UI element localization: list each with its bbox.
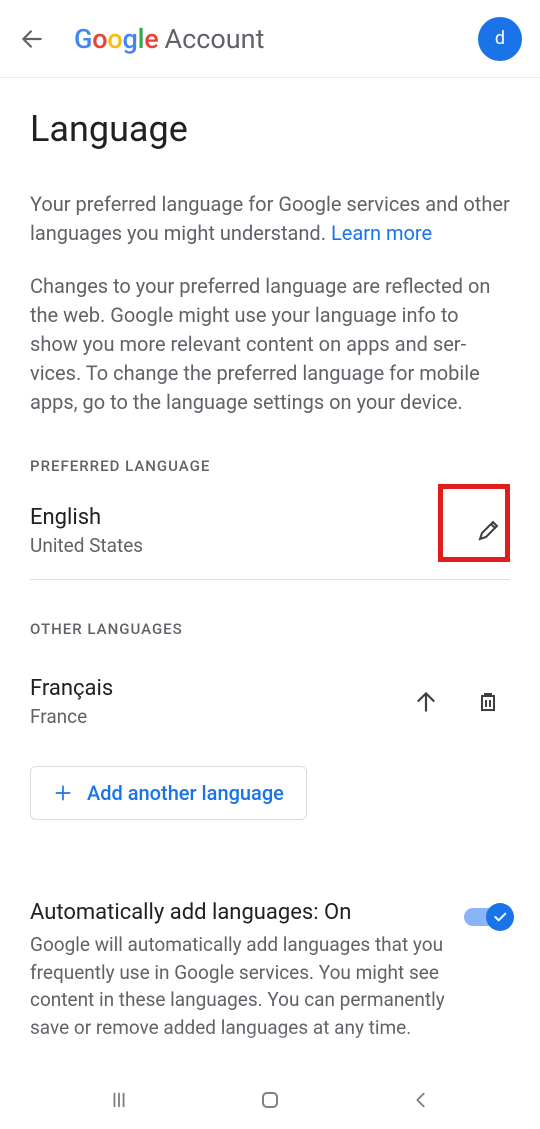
recents-button[interactable] bbox=[99, 1080, 139, 1120]
arrow-up-icon bbox=[413, 689, 439, 715]
preferred-language-section-label: PREFERRED LANGUAGE bbox=[30, 457, 510, 475]
back-button[interactable] bbox=[18, 25, 46, 53]
pencil-icon bbox=[476, 519, 500, 543]
auto-add-text: Automatically add languages: On Google w… bbox=[30, 900, 446, 1041]
auto-add-toggle[interactable] bbox=[464, 908, 510, 926]
android-nav-bar bbox=[0, 1070, 540, 1129]
home-icon bbox=[258, 1088, 282, 1112]
auto-add-section: Automatically add languages: On Google w… bbox=[30, 900, 510, 1041]
preferred-language-text: English United States bbox=[30, 505, 466, 557]
home-button[interactable] bbox=[250, 1080, 290, 1120]
intro-paragraph-1: Your preferred language for Google servi… bbox=[30, 190, 510, 248]
other-language-text: Français France bbox=[30, 676, 404, 728]
divider bbox=[30, 579, 510, 580]
other-languages-section-label: OTHER LANGUAGES bbox=[30, 620, 510, 638]
add-language-button[interactable]: Add another language bbox=[30, 766, 307, 820]
other-language-region: France bbox=[30, 705, 404, 728]
fade-overlay bbox=[0, 1030, 540, 1070]
other-language-actions bbox=[404, 680, 510, 724]
intro-paragraph-2: Changes to your preferred language are r… bbox=[30, 272, 510, 417]
delete-language-button[interactable] bbox=[466, 680, 510, 724]
preferred-language-name: English bbox=[30, 505, 466, 530]
preferred-language-row: English United States bbox=[30, 501, 510, 579]
arrow-left-icon bbox=[19, 26, 45, 52]
edit-preferred-language-button[interactable] bbox=[466, 509, 510, 553]
app-header: Google Account d bbox=[0, 0, 540, 78]
toggle-knob bbox=[486, 903, 514, 931]
auto-add-title: Automatically add languages: On bbox=[30, 900, 446, 925]
move-up-button[interactable] bbox=[404, 680, 448, 724]
auto-add-description: Google will automatically add languages … bbox=[30, 931, 446, 1041]
page-content: Language Your preferred language for Goo… bbox=[0, 78, 540, 1041]
chevron-left-icon bbox=[410, 1089, 432, 1111]
nav-back-button[interactable] bbox=[401, 1080, 441, 1120]
other-language-name: Français bbox=[30, 676, 404, 701]
trash-icon bbox=[476, 690, 500, 714]
learn-more-link[interactable]: Learn more bbox=[331, 221, 432, 245]
other-language-row: Français France bbox=[30, 664, 510, 754]
page-title: Language bbox=[30, 108, 510, 150]
avatar-initial: d bbox=[495, 28, 505, 49]
account-label: Account bbox=[165, 23, 265, 55]
google-logo: Google bbox=[74, 23, 159, 55]
avatar[interactable]: d bbox=[478, 17, 522, 61]
check-icon bbox=[492, 909, 508, 925]
plus-icon bbox=[53, 783, 73, 803]
add-language-label: Add another language bbox=[87, 781, 284, 805]
intro-text: Your preferred language for Google servi… bbox=[30, 192, 510, 245]
preferred-language-region: United States bbox=[30, 534, 466, 557]
recents-icon bbox=[108, 1089, 130, 1111]
brand-row: Google Account bbox=[74, 23, 450, 55]
